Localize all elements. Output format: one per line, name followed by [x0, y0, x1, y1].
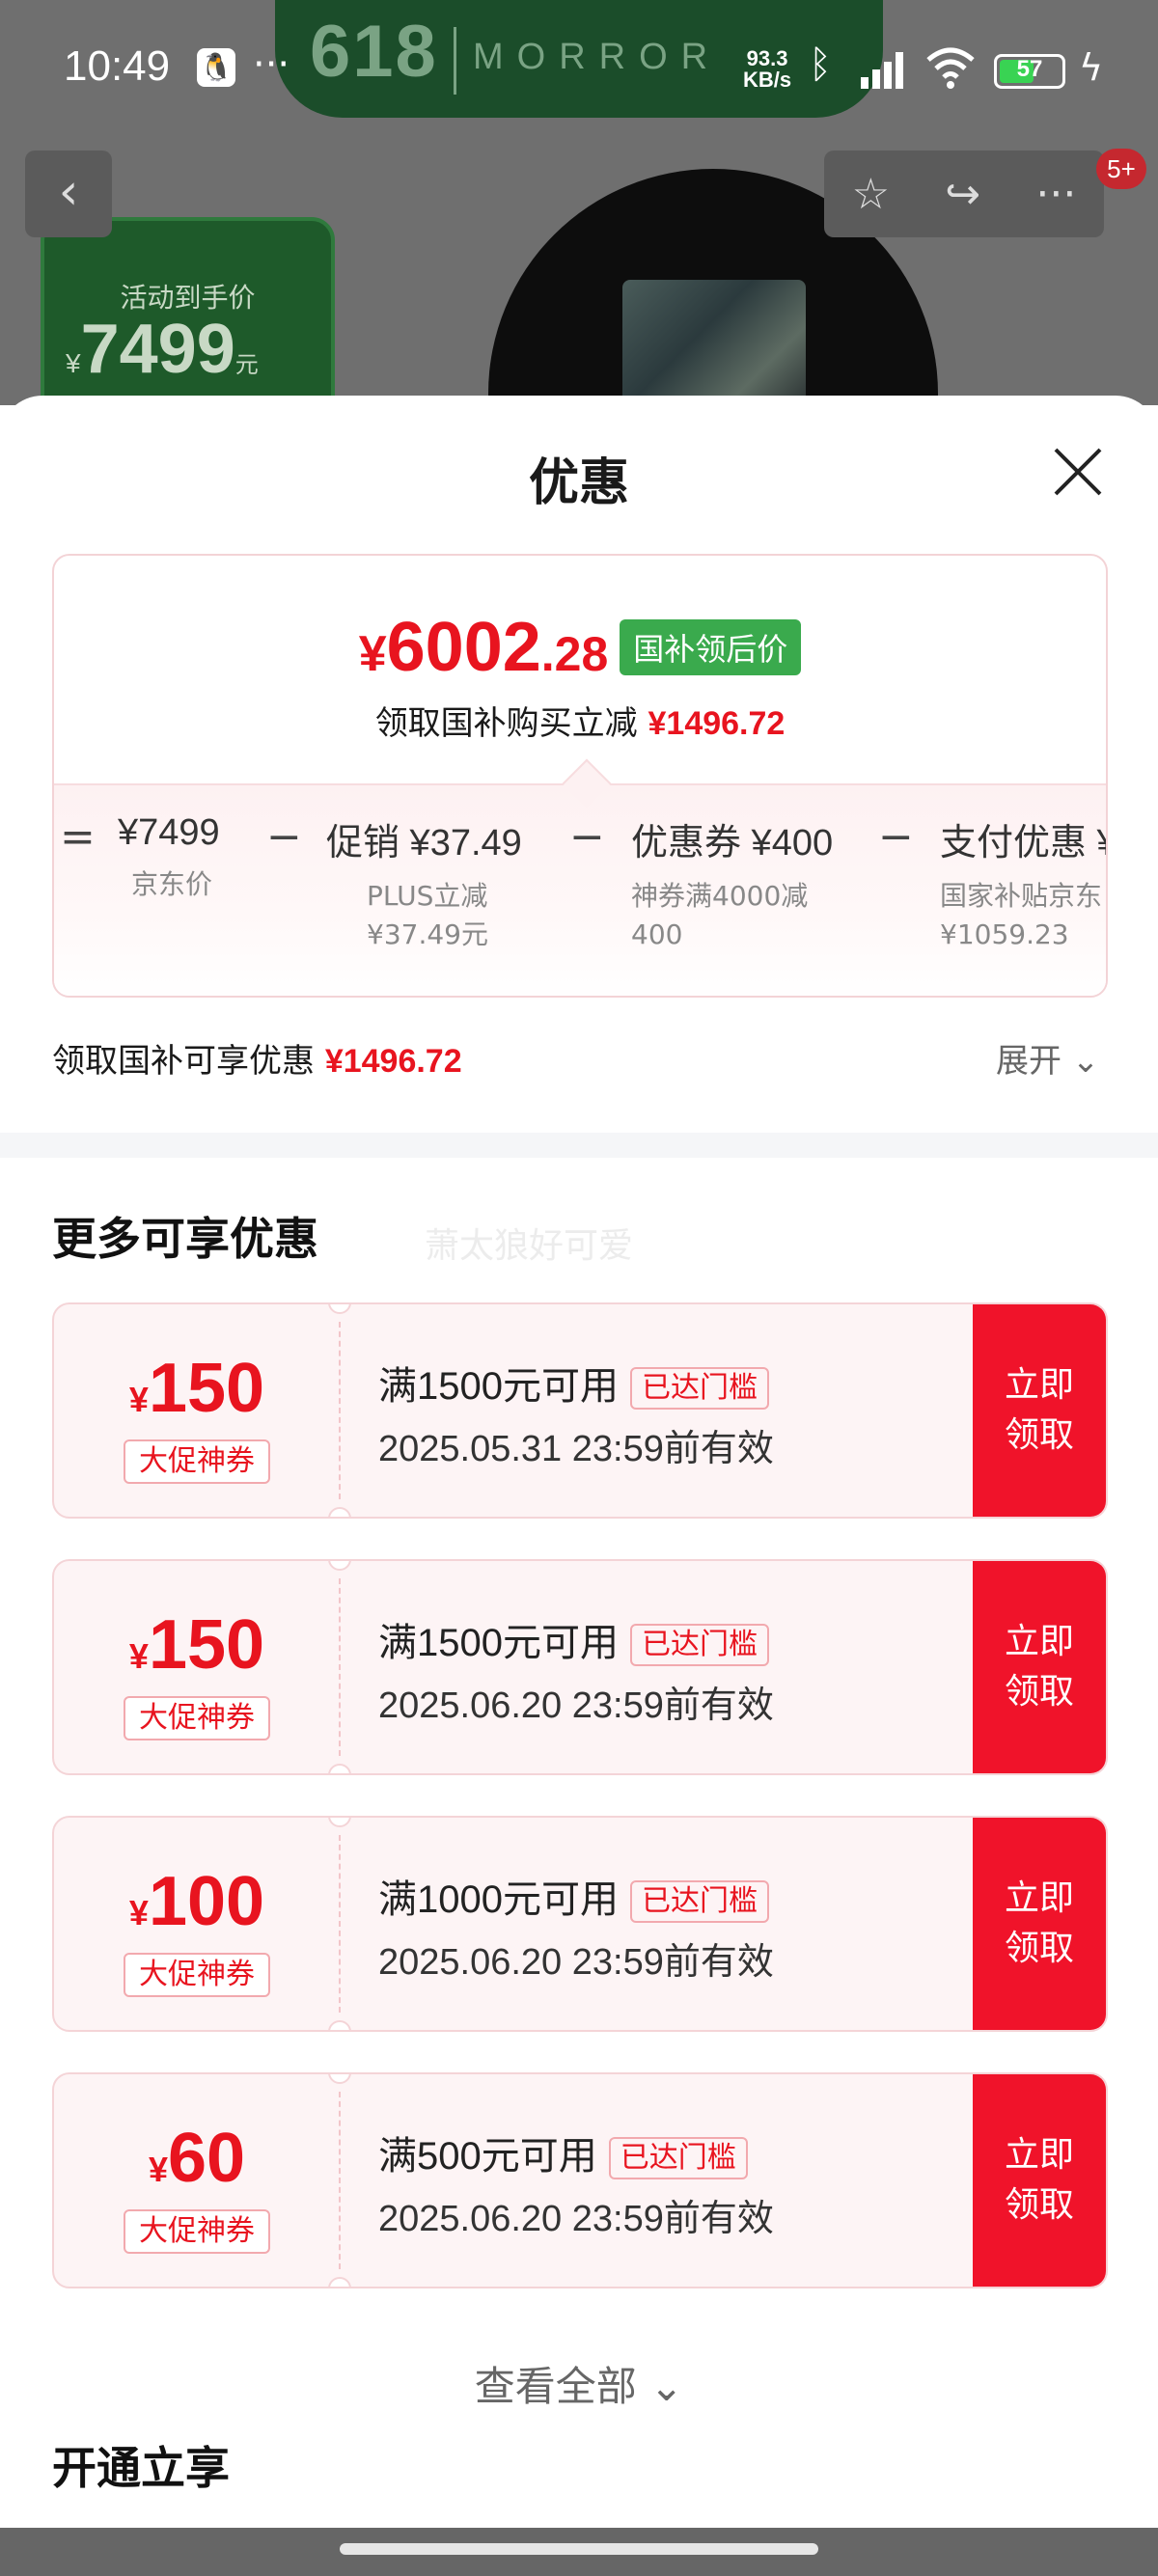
coupon-card: ¥150 大促神券 满1500元可用 已达门槛 2025.05.31 23:59前… [52, 1302, 1108, 1519]
sheet-title: 优惠 [528, 454, 629, 512]
product-artwork [622, 280, 806, 405]
bluetooth-icon: ᛒ [809, 42, 832, 87]
equals-sign: = [60, 812, 96, 862]
watermark: 萧太狼好可爱 [425, 1226, 634, 1266]
status-time: 10:49 [64, 42, 171, 90]
qq-icon: 🐧 [197, 48, 235, 87]
view-all-button[interactable]: 查看全部 ⌄ [0, 2354, 1158, 2413]
threshold-reached-tag: 已达门槛 [629, 1624, 769, 1667]
final-price: ¥6002.28 国补领后价 [54, 608, 1106, 687]
coupon-type-tag: 大促神券 [124, 1439, 270, 1484]
more-discounts-title: 更多可享优惠 [52, 1213, 318, 1265]
claim-coupon-button[interactable]: 立即领取 [973, 1818, 1106, 2030]
signal-icon [861, 52, 903, 89]
subsidy-discount-line: 领取国补可享优惠 ¥1496.72 [52, 1042, 462, 1081]
price-savings: 领取国补购买立减 ¥1496.72 [374, 704, 786, 743]
discount-sheet: 优惠 ¥6002.28 国补领后价 领取国补购买立减 ¥1496.72 = ¥74… [0, 396, 1158, 2576]
back-button[interactable]: ‹ [25, 151, 112, 237]
price-card: ¥6002.28 国补领后价 领取国补购买立减 ¥1496.72 = ¥7499 … [52, 554, 1108, 998]
threshold-reached-tag: 已达门槛 [629, 1880, 769, 1924]
status-bar: 10:49 🐧 ··· 93.3 KB/s ᛒ 57 ϟ [0, 0, 1158, 135]
coupon-validity: 2025.05.31 23:59前有效 [378, 1429, 774, 1469]
coupon-amount: ¥150 [128, 1350, 265, 1427]
share-icon[interactable]: ↪ [945, 170, 980, 219]
coupon-amount: ¥60 [148, 2120, 246, 2197]
nav-actions: ☆ ↪ ··· [824, 151, 1104, 237]
charging-icon: ϟ [1079, 46, 1104, 89]
price-badge: 活动到手价 ¥7499元 [41, 217, 335, 405]
membership-section-title: 开通立享 [52, 2442, 230, 2494]
price-breakdown: = ¥7499 京东价 − 促销 ¥37.49 PLUS立减 ¥37.49元 −… [54, 783, 1108, 996]
coupon-amount: ¥100 [128, 1863, 265, 1940]
minus-sign: − [569, 812, 605, 862]
coupon-validity: 2025.06.20 23:59前有效 [378, 2199, 774, 2239]
claim-coupon-button[interactable]: 立即领取 [973, 1304, 1106, 1517]
battery-icon: 57 [994, 54, 1065, 89]
home-indicator[interactable] [340, 2543, 818, 2555]
star-icon[interactable]: ☆ [852, 170, 890, 219]
coupon-validity: 2025.06.20 23:59前有效 [378, 1942, 774, 1983]
breakdown-item: 优惠券 ¥400 神券满4000减 400 [631, 823, 834, 950]
minus-sign: − [878, 812, 914, 862]
breakdown-item: 促销 ¥37.49 PLUS立减 ¥37.49元 [326, 823, 522, 950]
message-count-badge: 5+ [1096, 149, 1146, 189]
coupon-condition: 满1500元可用 已达门槛 [378, 1611, 769, 1667]
wifi-icon [926, 47, 975, 89]
expand-button[interactable]: 展开 ⌄ [996, 1034, 1099, 1082]
coupon-card: ¥150 大促神券 满1500元可用 已达门槛 2025.06.20 23:59前… [52, 1559, 1108, 1775]
battery-level: 57 [1016, 56, 1043, 82]
coupon-card: ¥100 大促神券 满1000元可用 已达门槛 2025.06.20 23:59前… [52, 1816, 1108, 2032]
coupon-condition: 满500元可用 已达门槛 [378, 2124, 748, 2180]
chevron-left-icon: ‹ [58, 163, 79, 221]
coupon-type-tag: 大促神券 [124, 1696, 270, 1740]
subsidy-price-tag: 国补领后价 [620, 619, 802, 675]
coupon-validity: 2025.06.20 23:59前有效 [378, 1685, 774, 1726]
badge-price: ¥7499元 [66, 311, 259, 388]
threshold-reached-tag: 已达门槛 [629, 1367, 769, 1411]
network-speed: 93.3 KB/s [743, 46, 792, 92]
breakdown-item: 支付优惠 ¥ 国家补贴京东 ¥1059.23 [940, 823, 1108, 950]
coupon-type-tag: 大促神券 [124, 2209, 270, 2254]
final-price-value: ¥6002.28 [358, 609, 609, 686]
coupon-condition: 满1500元可用 已达门槛 [378, 1355, 769, 1411]
breakdown-row: = ¥7499 京东价 − 促销 ¥37.49 PLUS立减 ¥37.49元 −… [54, 812, 1108, 986]
coupon-type-tag: 大促神券 [124, 1953, 270, 1997]
breakdown-item: ¥7499 京东价 [118, 812, 220, 900]
minus-sign: − [266, 812, 302, 862]
coupon-card: ¥60 大促神券 满500元可用 已达门槛 2025.06.20 23:59前有效… [52, 2072, 1108, 2288]
more-icon[interactable]: ··· [1035, 170, 1076, 219]
section-divider [0, 1133, 1158, 1158]
coupon-condition: 满1000元可用 已达门槛 [378, 1868, 769, 1924]
claim-coupon-button[interactable]: 立即领取 [973, 2074, 1106, 2287]
coupon-amount: ¥150 [128, 1606, 265, 1684]
close-icon[interactable] [1050, 444, 1106, 500]
claim-coupon-button[interactable]: 立即领取 [973, 1561, 1106, 1773]
more-notifications-icon: ··· [253, 42, 290, 87]
threshold-reached-tag: 已达门槛 [608, 2137, 748, 2180]
